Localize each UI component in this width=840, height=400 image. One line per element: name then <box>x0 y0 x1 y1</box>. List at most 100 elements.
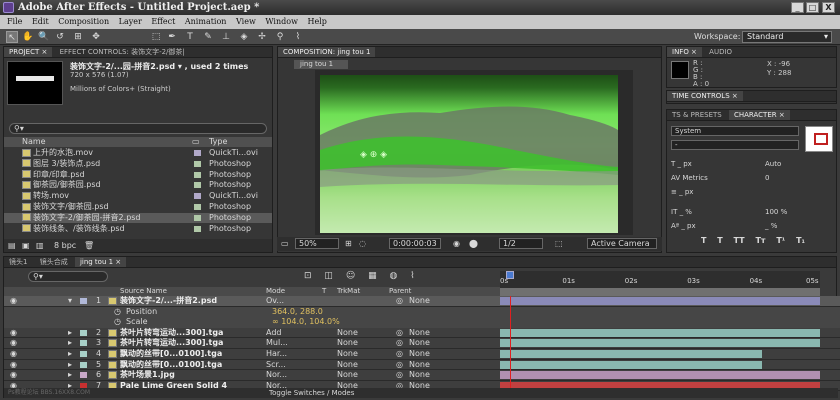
layer-parent[interactable]: None <box>409 296 430 307</box>
comp-mini-flowchart-icon[interactable]: ⊡ <box>304 271 312 281</box>
mask-icon[interactable]: ◌ <box>359 237 366 251</box>
label-color-swatch[interactable] <box>194 225 201 232</box>
new-comp-icon[interactable]: ▥ <box>36 239 44 252</box>
layer-duration-bar[interactable] <box>500 371 820 380</box>
baseline-shift-value[interactable]: _ px <box>681 222 695 230</box>
layer-name[interactable]: 装饰文字-2/...-拼音2.psd <box>120 296 217 307</box>
trash-icon[interactable]: 🗑 <box>84 239 94 252</box>
visibility-eye-icon[interactable]: ◉ <box>10 328 17 339</box>
expand-triangle-icon[interactable]: ▸ <box>68 338 72 349</box>
mode-header[interactable]: Mode <box>266 287 285 296</box>
timeline-layer-row[interactable]: ◉ ▸ 5 飘动的丝带[0...0100].tga Scr... None ◎ None <box>4 359 840 371</box>
resolution-select[interactable]: 1/2 <box>499 238 543 249</box>
channel-icon[interactable]: ⬤ <box>469 237 478 251</box>
timeline-layer-row[interactable]: ◉ ▾ 1 装饰文字-2/...-拼音2.psd Ov... ◎ None <box>4 296 840 307</box>
layer-trkmat[interactable]: None <box>337 338 358 349</box>
pen-tool-icon[interactable]: ✒ <box>166 31 178 43</box>
expand-triangle-icon[interactable]: ▾ <box>68 296 72 307</box>
layer-trkmat[interactable]: None <box>337 328 358 339</box>
visibility-eye-icon[interactable]: ◉ <box>10 349 17 360</box>
layer-trkmat[interactable]: None <box>337 370 358 381</box>
menu-effect[interactable]: Effect <box>151 17 175 26</box>
leading-value[interactable]: Auto <box>765 157 781 171</box>
tab-effects-presets[interactable]: TS & PRESETS <box>667 110 727 120</box>
menu-animation[interactable]: Animation <box>185 17 227 26</box>
layer-parent[interactable]: None <box>409 360 430 371</box>
layer-mode[interactable]: Nor... <box>266 370 287 381</box>
project-list-item[interactable]: 转场.mov QuickTi...ovi <box>4 191 272 202</box>
layer-mode[interactable]: Ov... <box>266 296 284 307</box>
region-icon[interactable]: ⬚ <box>555 237 563 251</box>
rotate-tool-icon[interactable]: ↺ <box>54 31 66 43</box>
vertical-scale-value[interactable]: _ % <box>680 208 692 216</box>
layer-name[interactable]: 飘动的丝带[0...0100].tga <box>120 360 222 371</box>
axis-tool-icon[interactable]: ⌇ <box>292 31 304 43</box>
menu-window[interactable]: Window <box>265 17 298 26</box>
layer-label-swatch[interactable] <box>80 351 87 357</box>
fill-stroke-swatch[interactable] <box>805 126 833 152</box>
expand-triangle-icon[interactable]: ▸ <box>68 360 72 371</box>
frame-blending-icon[interactable]: ▦ <box>368 271 377 281</box>
parent-pickwhip-icon[interactable]: ◎ <box>396 328 403 339</box>
label-color-swatch[interactable] <box>194 193 201 200</box>
hand-tool-icon[interactable]: ✋ <box>22 31 34 43</box>
label-color-swatch[interactable] <box>194 160 201 167</box>
parent-pickwhip-icon[interactable]: ◎ <box>396 349 403 360</box>
menu-composition[interactable]: Composition <box>58 17 109 26</box>
layer-trkmat[interactable]: None <box>337 349 358 360</box>
layer-name[interactable]: 茶叶场景1.jpg <box>120 370 175 381</box>
timeline-layer-row[interactable]: ◉ ▸ 6 茶叶场景1.jpg Nor... None ◎ None <box>4 370 840 381</box>
grid-icon[interactable]: ⊞ <box>345 237 352 251</box>
timeline-layer-row[interactable]: ◉ ▸ 2 茶叶片转弯运动...300].tga Add None ◎ None <box>4 327 840 339</box>
composition-frame[interactable]: ◈ ⊕ ◈ <box>320 75 618 233</box>
layer-label-swatch[interactable] <box>80 340 87 347</box>
camera-tool-icon[interactable]: ⊞ <box>72 31 84 43</box>
label-color-swatch[interactable] <box>194 182 201 189</box>
label-color-swatch[interactable] <box>194 150 201 156</box>
layer-mode[interactable]: Add <box>266 328 282 339</box>
timeline-layer-row[interactable]: ◉ ▸ 4 飘动的丝带[0...0100].tga Har... None ◎ None <box>4 349 840 360</box>
zoom-tool-icon[interactable]: 🔍 <box>38 31 50 43</box>
zoom-select[interactable]: 50% <box>295 238 339 249</box>
parent-pickwhip-icon[interactable]: ◎ <box>396 338 403 349</box>
parent-pickwhip-icon[interactable]: ◎ <box>396 370 403 381</box>
camera-select[interactable]: Active Camera <box>587 238 657 249</box>
tab-comp-2[interactable]: 镜头合成 <box>35 257 73 267</box>
parent-header[interactable]: Parent <box>389 287 411 296</box>
project-list-item[interactable]: 上升的水泡.mov QuickTi...ovi <box>4 148 272 159</box>
layer-parent[interactable]: None <box>409 328 430 339</box>
color-depth-label[interactable]: 8 bpc <box>54 239 76 252</box>
selection-tool-icon[interactable]: ↖ <box>6 31 18 43</box>
superscript-icon[interactable]: T¹ <box>776 236 785 245</box>
timeline-layer-row[interactable]: ◉ ▸ 3 茶叶片转弯运动...300].tga Mul... None ◎ None <box>4 338 840 349</box>
stopwatch-icon[interactable]: ◷ <box>114 307 121 318</box>
draft-3d-icon[interactable]: ◫ <box>324 271 333 281</box>
layer-name[interactable]: 飘动的丝带[0...0100].tga <box>120 349 222 360</box>
stroke-color-swatch[interactable] <box>814 133 828 145</box>
stroke-width-value[interactable]: _ px <box>679 188 693 196</box>
visibility-eye-icon[interactable]: ◉ <box>10 338 17 349</box>
comp-view-tab[interactable]: jing tou 1 <box>294 60 348 69</box>
timeline-search-input[interactable]: ⚲▾ <box>28 271 108 282</box>
clone-tool-icon[interactable]: ⊥ <box>220 31 232 43</box>
layer-duration-bar[interactable] <box>500 339 820 348</box>
all-caps-icon[interactable]: TT <box>734 236 745 245</box>
tab-info[interactable]: INFO × <box>667 47 702 57</box>
horizontal-scale-value[interactable]: 100 % <box>765 205 787 219</box>
text-tool-icon[interactable]: T <box>184 31 196 43</box>
track-header[interactable]: T <box>322 287 326 296</box>
rectangle-tool-icon[interactable]: ⬚ <box>150 31 162 43</box>
tab-project[interactable]: PROJECT × <box>4 47 53 57</box>
property-value[interactable]: ∞ 104.0, 104.0% <box>272 317 340 328</box>
visibility-eye-icon[interactable]: ◉ <box>10 296 17 307</box>
tab-comp-1[interactable]: 镜头1 <box>4 257 32 267</box>
layer-trkmat[interactable]: None <box>337 360 358 371</box>
menu-layer[interactable]: Layer <box>119 17 142 26</box>
layer-duration-bar[interactable] <box>500 328 820 337</box>
expand-triangle-icon[interactable]: ▸ <box>68 349 72 360</box>
tracking-value[interactable]: 0 <box>765 171 769 185</box>
tab-audio[interactable]: AUDIO <box>704 47 737 57</box>
eraser-tool-icon[interactable]: ◈ <box>238 31 250 43</box>
label-color-swatch[interactable] <box>194 204 201 210</box>
current-time-indicator[interactable] <box>506 271 515 279</box>
